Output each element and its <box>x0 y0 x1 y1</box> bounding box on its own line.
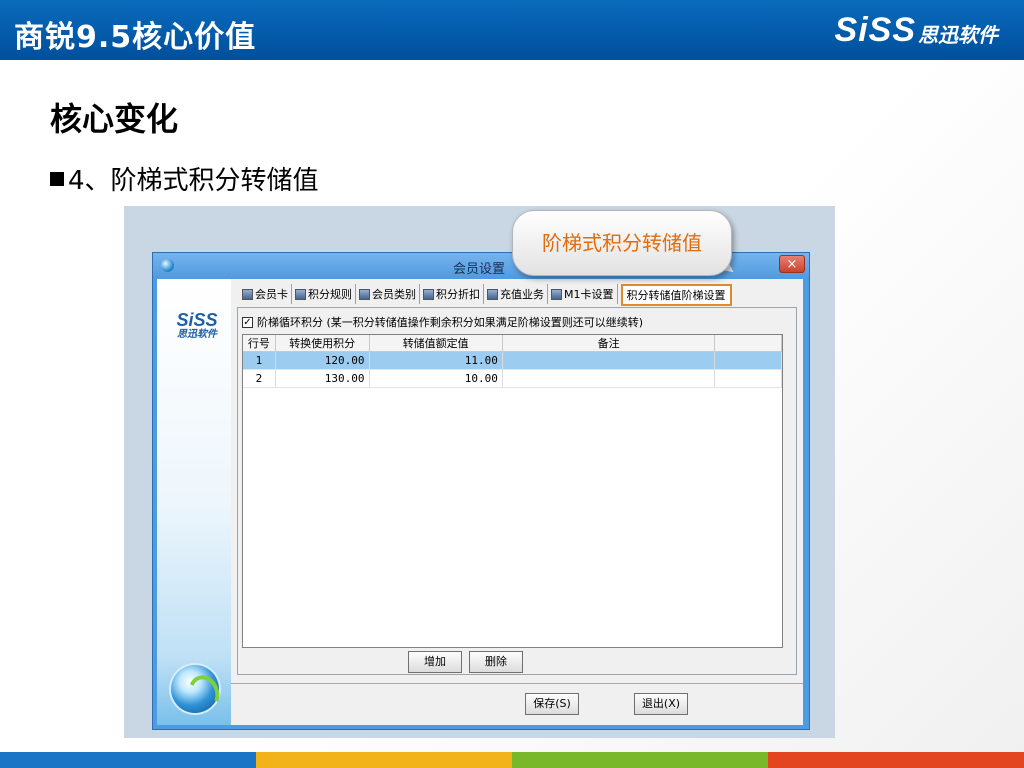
dialog-sidebar: SiSS 思迅软件 <box>157 279 231 725</box>
strip-segment <box>768 752 1024 768</box>
tab-bar: 会员卡 积分规则 会员类别 积分折扣 充值业务 M1卡设置 积分转储值阶梯设置 <box>239 284 732 306</box>
value-cell[interactable]: 10.00 <box>369 369 503 388</box>
siss-emblem-icon <box>171 665 219 713</box>
tab-points-rules[interactable]: 积分规则 <box>292 284 356 304</box>
tab-label: 充值业务 <box>500 288 544 301</box>
brand-logo-mark: SiSS <box>834 10 916 49</box>
tab-label: 会员卡 <box>255 288 288 301</box>
member-settings-dialog: 会员设置 × SiSS 思迅软件 会员卡 积分规则 会员类别 积分折扣 充值业务… <box>152 252 810 730</box>
note-cell[interactable] <box>502 351 716 370</box>
strip-segment <box>256 752 512 768</box>
note-cell[interactable] <box>502 369 716 388</box>
row-number: 2 <box>243 369 276 388</box>
value-cell[interactable]: 11.00 <box>369 351 503 370</box>
divider <box>231 683 803 684</box>
discount-icon <box>423 288 434 300</box>
column-header-row-number[interactable]: 行号 <box>243 335 276 352</box>
column-header-note[interactable]: 备注 <box>502 335 716 352</box>
save-button[interactable]: 保存(S) <box>525 693 579 715</box>
brand-logo-text: 思迅软件 <box>918 22 998 47</box>
dialog-title: 会员设置 <box>453 262 506 277</box>
tab-label: M1卡设置 <box>564 288 614 301</box>
tab-member-category[interactable]: 会员类别 <box>356 284 420 304</box>
tier-table: 行号 转换使用积分 转储值额定值 备注 1 120.00 11.00 2 130… <box>242 334 783 648</box>
dialog-content: 会员卡 积分规则 会员类别 积分折扣 充值业务 M1卡设置 积分转储值阶梯设置 … <box>231 279 803 725</box>
tab-member-card[interactable]: 会员卡 <box>239 284 292 304</box>
delete-button[interactable]: 删除 <box>469 651 523 673</box>
tier-loop-label: 阶梯循环积分 (某一积分转储值操作剩余积分如果满足阶梯设置则还可以继续转) <box>257 316 644 329</box>
card-icon <box>242 288 253 300</box>
app-icon <box>161 259 174 272</box>
slide-title: 商锐9.5核心价值 <box>14 20 257 55</box>
column-header-empty <box>714 335 782 352</box>
m1-card-icon <box>551 288 562 300</box>
tab-m1-card[interactable]: M1卡设置 <box>548 284 618 304</box>
tab-label: 积分折扣 <box>436 288 480 301</box>
sidebar-logo: SiSS 思迅软件 <box>167 311 227 341</box>
bullet-text: 4、阶梯式积分转储值 <box>68 166 319 196</box>
add-button[interactable]: 增加 <box>408 651 462 673</box>
sidebar-logo-text: 思迅软件 <box>177 329 217 340</box>
empty-cell <box>714 351 782 370</box>
bullet-item: 4、阶梯式积分转储值 <box>50 160 319 197</box>
brand-logo: SiSS 思迅软件 <box>835 10 998 50</box>
slide-header: 商锐9.5核心价值 SiSS 思迅软件 <box>0 0 1024 60</box>
bottom-color-strip <box>0 752 1024 768</box>
column-header-value[interactable]: 转储值额定值 <box>369 335 503 352</box>
callout-bubble: 阶梯式积分转储值 <box>512 210 732 276</box>
bullet-square-icon <box>50 171 64 186</box>
tab-recharge[interactable]: 充值业务 <box>484 284 548 304</box>
tab-label: 积分规则 <box>308 288 352 301</box>
section-title: 核心变化 <box>50 100 179 138</box>
tier-loop-option[interactable]: ✓ 阶梯循环积分 (某一积分转储值操作剩余积分如果满足阶梯设置则还可以继续转) <box>242 314 643 330</box>
row-number: 1 <box>243 351 276 370</box>
table-row[interactable]: 1 120.00 11.00 <box>243 351 782 370</box>
points-cell[interactable]: 120.00 <box>275 351 370 370</box>
recharge-icon <box>487 288 498 300</box>
tier-settings-panel: ✓ 阶梯循环积分 (某一积分转储值操作剩余积分如果满足阶梯设置则还可以继续转) … <box>237 307 797 675</box>
table-header-row: 行号 转换使用积分 转储值额定值 备注 <box>243 335 782 352</box>
strip-segment <box>512 752 768 768</box>
sidebar-logo-mark: SiSS <box>176 310 218 330</box>
category-icon <box>359 288 370 300</box>
tab-label: 会员类别 <box>372 288 416 301</box>
strip-segment <box>0 752 256 768</box>
tier-loop-checkbox[interactable]: ✓ <box>242 316 253 328</box>
tab-points-discount[interactable]: 积分折扣 <box>420 284 484 304</box>
table-row[interactable]: 2 130.00 10.00 <box>243 369 782 388</box>
rules-icon <box>295 288 306 300</box>
points-cell[interactable]: 130.00 <box>275 369 370 388</box>
close-button[interactable]: × <box>779 255 805 273</box>
tab-label: 积分转储值阶梯设置 <box>626 289 726 302</box>
screenshot-frame: 会员设置 × SiSS 思迅软件 会员卡 积分规则 会员类别 积分折扣 充值业务… <box>124 206 835 738</box>
exit-button[interactable]: 退出(X) <box>634 693 688 715</box>
empty-cell <box>714 369 782 388</box>
column-header-points[interactable]: 转换使用积分 <box>275 335 370 352</box>
tab-points-to-balance-tiers[interactable]: 积分转储值阶梯设置 <box>620 284 732 306</box>
